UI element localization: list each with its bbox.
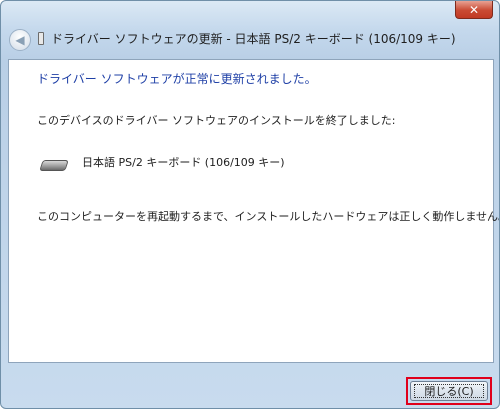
title-bar: ◀ ドライバー ソフトウェアの更新 - 日本語 PS/2 キーボード (106/… — [1, 1, 499, 59]
dialog-window: ◀ ドライバー ソフトウェアの更新 - 日本語 PS/2 キーボード (106/… — [0, 0, 500, 409]
close-button[interactable]: 閉じる(C) — [410, 381, 488, 401]
close-button-label: 閉じる(C) — [424, 385, 474, 398]
keyboard-icon — [39, 160, 69, 171]
close-icon: ✕ — [468, 2, 480, 17]
device-name: 日本語 PS/2 キーボード (106/109 キー) — [82, 156, 285, 169]
success-heading: ドライバー ソフトウェアが正常に更新されました。 — [37, 72, 317, 86]
dialog-footer: 閉じる(C) — [8, 369, 494, 405]
back-button[interactable]: ◀ — [9, 29, 31, 51]
content-panel: ドライバー ソフトウェアが正常に更新されました。 このデバイスのドライバー ソフ… — [8, 59, 499, 363]
window-close-button[interactable]: ✕ — [455, 1, 493, 19]
install-finished-message: このデバイスのドライバー ソフトウェアのインストールを終了しました: — [37, 114, 396, 127]
restart-message: このコンピューターを再起動するまで、インストールしたハードウェアは正しく動作しま… — [37, 210, 500, 223]
back-arrow-icon: ◀ — [15, 33, 25, 47]
device-icon — [38, 32, 44, 45]
window-title: ドライバー ソフトウェアの更新 - 日本語 PS/2 キーボード (106/10… — [51, 32, 456, 46]
